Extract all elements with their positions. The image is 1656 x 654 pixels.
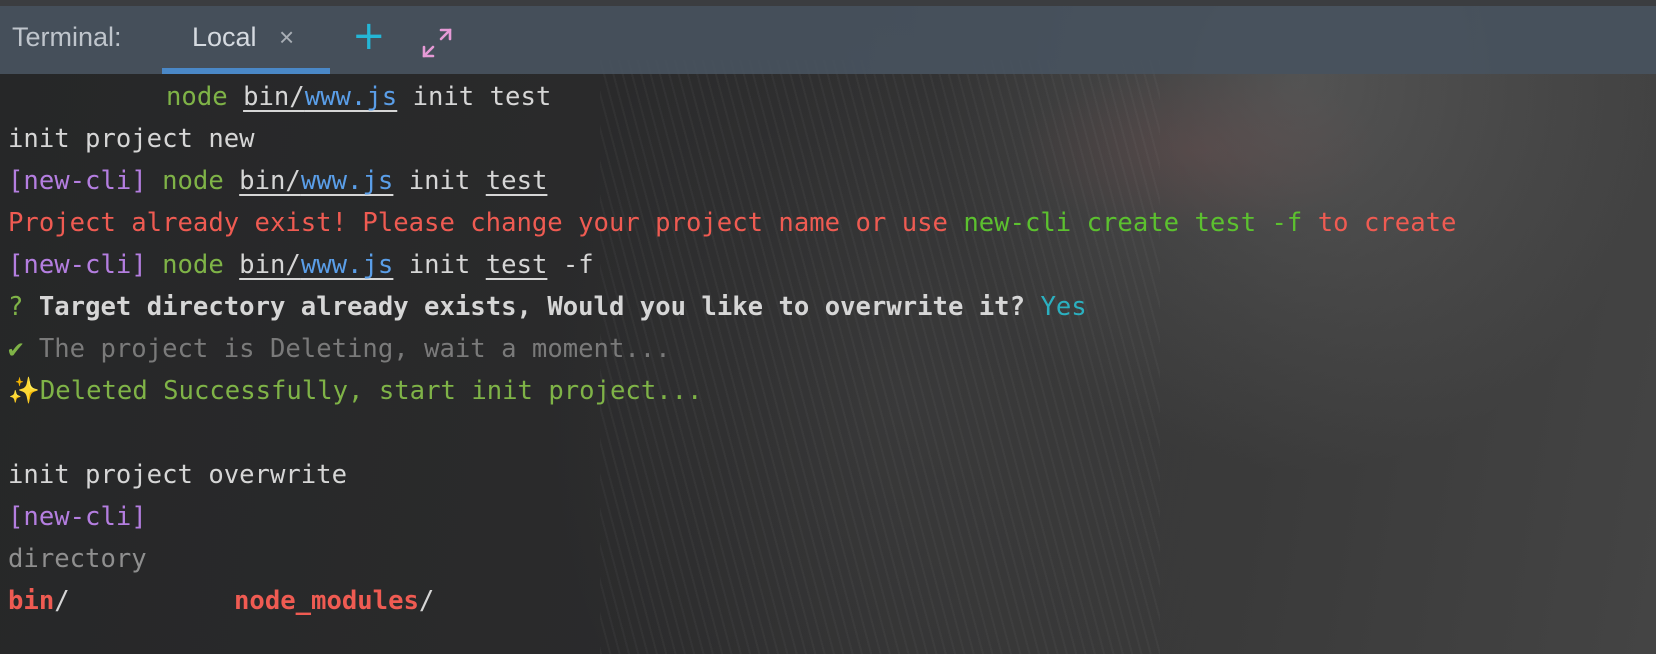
- command-name: node: [162, 250, 224, 280]
- error-tail: to create: [1302, 208, 1457, 238]
- output-line: node bin/www.js init test: [8, 76, 1648, 118]
- command-flag: -f: [562, 250, 594, 280]
- command-name: node: [166, 82, 228, 112]
- sparkles-icon: ✨: [8, 376, 40, 406]
- output-text: init project new: [8, 124, 255, 154]
- shell-prompt: [new-cli]: [8, 166, 147, 196]
- terminal-output[interactable]: node bin/www.js init test init project n…: [8, 76, 1648, 622]
- directory-slash: /: [54, 586, 70, 616]
- status-text: Deleted Successfully, start init project…: [39, 376, 703, 406]
- prompt-line: [new-cli] node bin/www.js init test: [8, 160, 1648, 202]
- terminal-title: Terminal:: [12, 22, 122, 52]
- error-message: Project already exist! Please change you…: [8, 208, 964, 238]
- command-arg: init: [408, 166, 471, 196]
- command-arg-underlined: test: [485, 166, 548, 196]
- directory-slash: /: [418, 586, 435, 616]
- path-link[interactable]: www.js: [305, 82, 397, 112]
- path-prefix: bin/: [239, 250, 301, 280]
- shell-prompt: [new-cli]: [8, 502, 147, 532]
- suggested-command: new-cli create test -f: [963, 208, 1303, 238]
- list-item: node_modules/: [234, 580, 434, 622]
- prompt-line: [new-cli] node bin/www.js init test -f: [8, 244, 1648, 286]
- command-args: init test: [412, 82, 552, 112]
- status-text: The project is Deleting, wait a moment..…: [38, 334, 671, 364]
- output-text: init project overwrite: [8, 460, 347, 490]
- output-line: init project new: [8, 118, 1648, 160]
- path-link[interactable]: www.js: [301, 250, 393, 280]
- path-link[interactable]: www.js: [301, 166, 393, 196]
- directory-name: node_modules: [234, 586, 419, 616]
- expand-icon[interactable]: [420, 26, 454, 60]
- question-answer: Yes: [1040, 292, 1087, 322]
- path-prefix: bin/: [243, 82, 305, 112]
- status-line: ✔ The project is Deleting, wait a moment…: [8, 328, 1648, 370]
- file-path[interactable]: bin/www.js: [239, 250, 393, 280]
- list-item: bin/: [8, 580, 234, 622]
- question-line: ? Target directory already exists, Would…: [8, 286, 1648, 328]
- question-text: Target directory already exists, Would y…: [38, 292, 1026, 322]
- check-icon: ✔: [8, 334, 24, 364]
- status-line: ✨Deleted Successfully, start init projec…: [8, 370, 1648, 412]
- prompt-line: [new-cli]: [8, 496, 1648, 538]
- command-arg: init: [408, 250, 471, 280]
- tab-local[interactable]: Local ×: [162, 6, 330, 74]
- directory-listing: bin/node_modules/: [8, 580, 1648, 622]
- active-tab-indicator: [162, 68, 330, 74]
- output-line: init project overwrite: [8, 454, 1648, 496]
- output-text: directory: [8, 544, 147, 574]
- directory-name: bin: [8, 586, 55, 616]
- shell-prompt: [new-cli]: [8, 250, 147, 280]
- question-mark-icon: ?: [8, 292, 24, 322]
- terminal-window: Terminal: Local × + node bin/www.js init…: [0, 0, 1656, 654]
- file-path[interactable]: bin/www.js: [243, 82, 397, 112]
- error-line: Project already exist! Please change you…: [8, 202, 1648, 244]
- new-tab-button[interactable]: +: [352, 16, 386, 56]
- tab-local-label: Local: [192, 22, 257, 52]
- output-line: directory: [8, 538, 1648, 580]
- close-tab-icon[interactable]: ×: [279, 22, 294, 53]
- command-arg-underlined: test: [485, 250, 548, 280]
- file-path[interactable]: bin/www.js: [239, 166, 393, 196]
- path-prefix: bin/: [239, 166, 301, 196]
- terminal-tab-bar: Terminal: Local × +: [0, 6, 1656, 74]
- command-name: node: [162, 166, 224, 196]
